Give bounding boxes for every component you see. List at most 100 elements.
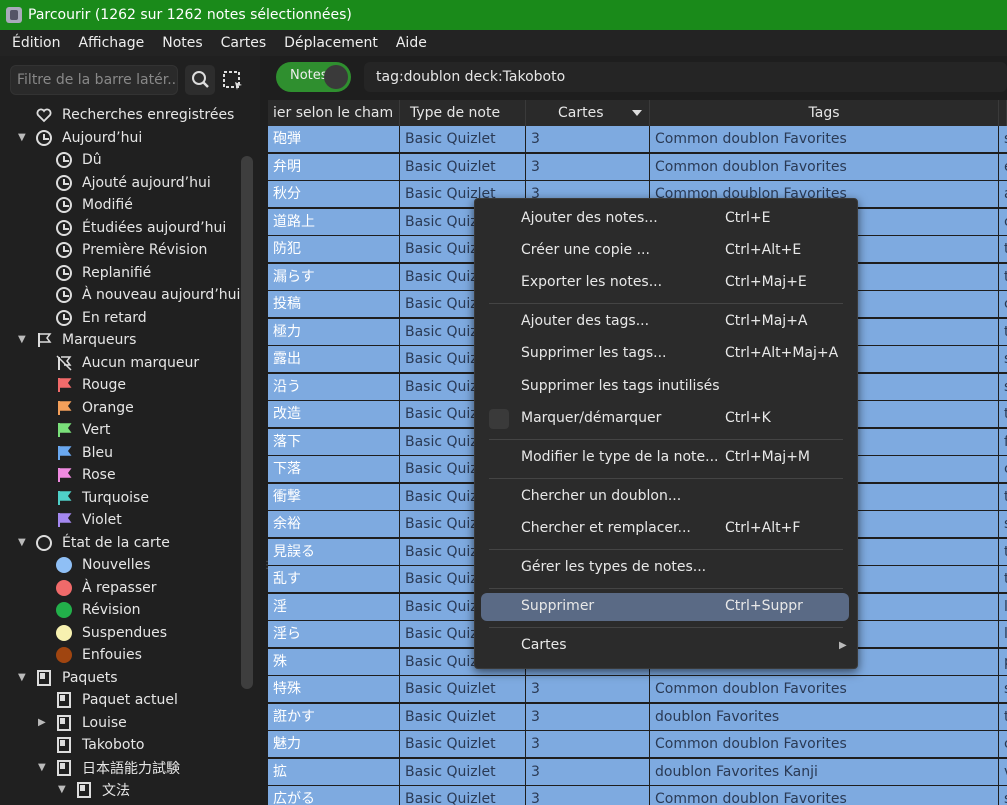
sidebar-item[interactable]: Bleu xyxy=(56,442,113,464)
ctx-change-notetype[interactable]: Modifier le type de la note... Ctrl+Maj+M xyxy=(481,444,849,472)
sidebar-item[interactable]: Aucun marqueur xyxy=(56,352,199,374)
menu-separator xyxy=(489,588,843,589)
sidebar-filter-input[interactable]: Filtre de la barre latér... xyxy=(10,65,178,95)
sidebar-item[interactable]: ▼ Marqueurs xyxy=(18,329,136,351)
sidebar-item[interactable]: Révision xyxy=(56,599,141,621)
menu-item-label: Ajouter des notes... xyxy=(521,210,658,226)
sidebar-item-label: À repasser xyxy=(82,579,157,596)
menu-item-label: Modifier le type de la note... xyxy=(521,449,719,465)
mark-checkbox[interactable] xyxy=(489,409,509,429)
sidebar-item-label: Enfouies xyxy=(82,647,142,663)
expand-arrow-icon[interactable]: ▼ xyxy=(58,785,68,795)
ctx-find-replace[interactable]: Chercher et remplacer... Ctrl+Alt+F xyxy=(481,515,849,543)
sidebar-item[interactable]: Vert xyxy=(56,419,110,441)
ctx-remove-tags[interactable]: Supprimer les tags... Ctrl+Alt+Maj+A xyxy=(481,340,849,368)
sidebar-item[interactable]: Enfouies xyxy=(56,644,142,666)
sidebar-item[interactable]: Violet xyxy=(56,509,122,531)
table-row[interactable]: 弁明 Basic Quizlet 3 Common doublon Favorites… xyxy=(268,153,1007,180)
column-header-cards[interactable]: Cartes xyxy=(526,100,650,126)
cell-word: 弁明 xyxy=(268,153,399,180)
notes-cards-toggle[interactable]: Notes xyxy=(276,62,351,92)
sidebar-item[interactable]: Rouge xyxy=(56,374,126,396)
column-header-sort-field[interactable]: ier selon le cham xyxy=(268,100,400,126)
sidebar-item-label: État de la carte xyxy=(62,534,170,551)
cell-type: Basic Quizlet xyxy=(400,703,525,730)
expand-arrow-icon[interactable]: ▼ xyxy=(18,335,28,345)
ctx-clear-unused-tags[interactable]: Supprimer les tags inutilisés xyxy=(481,373,849,401)
sidebar-item[interactable]: Rose xyxy=(56,464,116,486)
ctx-create-copy[interactable]: Créer une copie ... Ctrl+Alt+E xyxy=(481,237,849,265)
sidebar-item[interactable]: Orange xyxy=(56,397,134,419)
sidebar-item[interactable]: ▼ 日本語能力試験 xyxy=(38,757,180,779)
sidebar-item[interactable]: ▼ 文法 xyxy=(58,779,130,801)
sidebar-item-label: Étudiées aujourd’hui xyxy=(82,219,227,236)
search-button[interactable] xyxy=(185,65,215,95)
sidebar-item[interactable]: Ajouté aujourd’hui xyxy=(56,172,211,194)
sidebar-item[interactable]: Dû xyxy=(56,149,102,171)
menu-affichage[interactable]: Affichage xyxy=(78,35,144,51)
table-row[interactable]: 特殊 Basic Quizlet 3 Common doublon Favorites… xyxy=(268,676,1007,702)
sidebar-item[interactable]: Première Révision xyxy=(56,239,207,261)
expand-arrow-icon[interactable]: ▼ xyxy=(18,537,28,548)
sidebar-item[interactable]: Étudiées aujourd’hui xyxy=(56,217,226,239)
cell-cards: 3 xyxy=(526,786,649,805)
cell-word: 淫ら xyxy=(268,621,399,647)
sidebar-item[interactable]: ▶ Louise xyxy=(38,712,127,734)
column-header-extra xyxy=(999,100,1007,126)
menu-aide[interactable]: Aide xyxy=(396,35,427,51)
heart-icon xyxy=(36,107,52,123)
sidebar-item[interactable]: Suspendues xyxy=(56,622,167,644)
sidebar-item[interactable]: Modifié xyxy=(56,194,133,216)
table-row[interactable]: 魅力 Basic Quizlet 3 Common doublon Favorites… xyxy=(268,731,1007,757)
sidebar-item[interactable]: Recherches enregistrées xyxy=(36,104,234,126)
sidebar-item[interactable]: À repasser xyxy=(56,577,157,599)
flag-icon xyxy=(56,445,72,461)
clock-icon xyxy=(56,242,72,258)
toggle-knob xyxy=(324,65,348,89)
sidebar-item[interactable]: ▼ Aujourd’hui xyxy=(18,127,142,149)
ctx-export-notes[interactable]: Exporter les notes... Ctrl+Maj+E xyxy=(481,269,849,297)
search-input[interactable]: tag:doublon deck:Takoboto xyxy=(364,62,1007,92)
menu-item-shortcut: Ctrl+Alt+F xyxy=(725,520,801,536)
ctx-find-duplicates[interactable]: Chercher un doublon... xyxy=(481,483,849,511)
table-row[interactable]: 砲弾 Basic Quizlet 3 Common doublon Favorites… xyxy=(268,126,1007,152)
expand-arrow-icon[interactable]: ▼ xyxy=(18,672,28,683)
menu-edition[interactable]: Édition xyxy=(12,35,60,51)
ctx-add-tags[interactable]: Ajouter des tags... Ctrl+Maj+A xyxy=(481,308,849,336)
menu-notes[interactable]: Notes xyxy=(162,35,202,51)
sidebar-item-label: À nouveau aujourd’hui xyxy=(82,287,241,303)
ctx-delete[interactable]: Supprimer Ctrl+Suppr xyxy=(481,593,849,621)
ctx-add-notes[interactable]: Ajouter des notes... Ctrl+E xyxy=(481,205,849,233)
menu-cartes[interactable]: Cartes xyxy=(221,35,267,51)
selection-tool-button[interactable] xyxy=(222,69,244,91)
ctx-toggle-mark[interactable]: Marquer/démarquer Ctrl+K xyxy=(481,405,849,433)
ctx-manage-notetypes[interactable]: Gérer les types de notes... xyxy=(481,554,849,582)
sidebar-item[interactable]: Nouvelles xyxy=(56,554,151,576)
sidebar-item[interactable]: Turquoise xyxy=(56,487,149,509)
sidebar-item[interactable]: ▼ Paquets xyxy=(18,667,118,689)
sidebar-item[interactable]: En retard xyxy=(56,307,147,329)
dot-icon xyxy=(56,647,72,663)
table-row[interactable]: 広がる Basic Quizlet 3 Common doublon Favorite… xyxy=(268,786,1007,805)
collapse-arrow-icon[interactable]: ▶ xyxy=(38,717,48,728)
menu-bar: Édition Affichage Notes Cartes Déplaceme… xyxy=(0,30,1007,56)
cell-extra: t xyxy=(999,318,1007,345)
column-header-note-type[interactable]: Type de note xyxy=(400,100,526,126)
menu-item-shortcut: Ctrl+K xyxy=(725,410,771,426)
table-row[interactable]: 拡Basic Quizlet3doublon Favorites Kanjiv xyxy=(268,758,1007,785)
cell-extra: f xyxy=(999,428,1007,455)
expand-arrow-icon[interactable]: ▼ xyxy=(18,132,28,143)
sidebar-scrollbar[interactable] xyxy=(241,156,253,689)
flag-icon xyxy=(56,512,72,528)
sidebar-item[interactable]: Takoboto xyxy=(56,734,145,756)
expand-arrow-icon[interactable]: ▼ xyxy=(38,762,48,773)
sidebar-item[interactable]: À nouveau aujourd’hui xyxy=(56,284,240,306)
ctx-cards-submenu[interactable]: Cartes ▶ xyxy=(481,632,849,660)
sidebar-item[interactable]: Replanifié xyxy=(56,262,151,284)
sidebar-item[interactable]: Paquet actuel xyxy=(56,689,178,711)
table-row[interactable]: 誑かす Basic Quizlet 3 doublon Favorites t xyxy=(268,703,1007,730)
menu-deplacement[interactable]: Déplacement xyxy=(284,35,378,51)
column-header-tags[interactable]: Tags xyxy=(650,100,999,126)
cell-cards: 3 xyxy=(526,153,649,180)
sidebar-item[interactable]: ▼ État de la carte xyxy=(18,532,170,554)
